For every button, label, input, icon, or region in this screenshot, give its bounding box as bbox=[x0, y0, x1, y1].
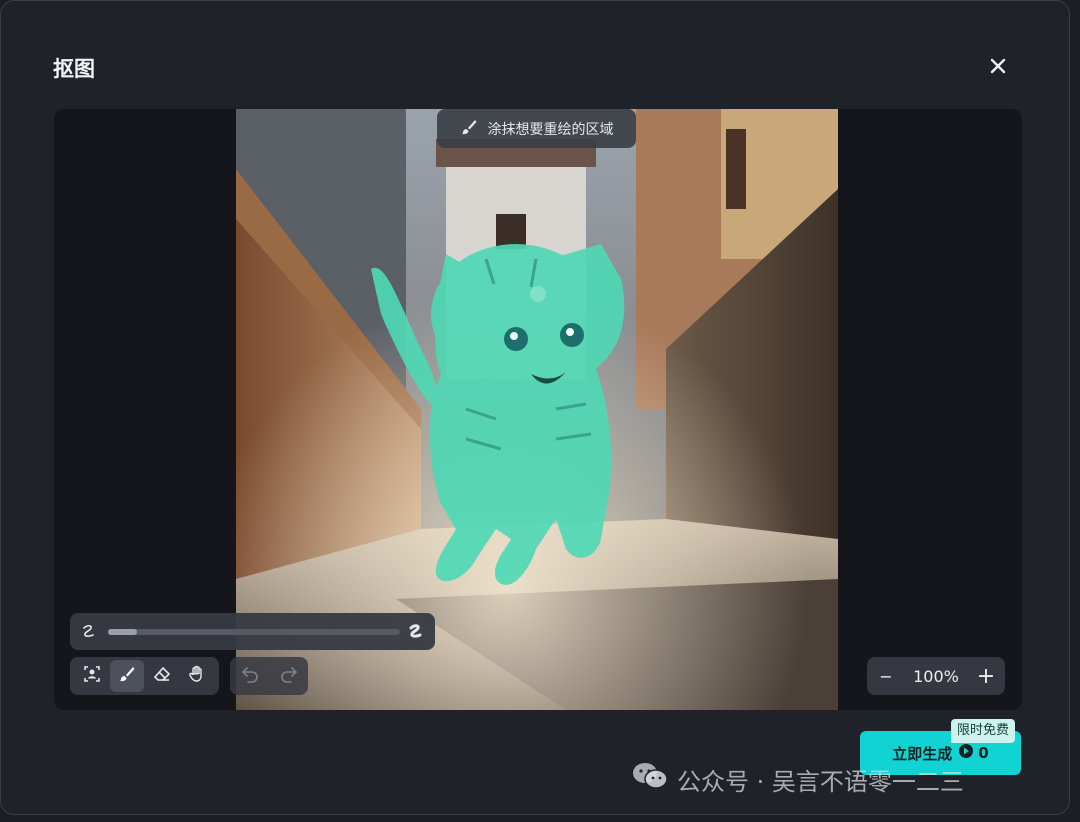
brush-large-icon bbox=[407, 622, 425, 640]
hand-tool[interactable] bbox=[180, 660, 214, 692]
eraser-tool[interactable] bbox=[145, 660, 179, 692]
brush-small-icon bbox=[80, 622, 98, 640]
free-badge: 限时免费 bbox=[951, 719, 1016, 743]
dialog-title: 抠图 bbox=[53, 57, 95, 81]
zoom-level: 100% bbox=[913, 666, 959, 686]
credit-value: 0 bbox=[978, 744, 989, 762]
close-icon[interactable] bbox=[986, 54, 1010, 78]
eraser-icon bbox=[153, 665, 171, 687]
watermark: 公众号 · 吴言不语零一二三 bbox=[631, 761, 964, 797]
cutout-dialog: 抠图 涂抹想要重绘的区域 − 100% + 立即生成 0 限时免费 公众号 · … bbox=[0, 0, 1070, 815]
hint-text: 涂抹想要重绘的区域 bbox=[487, 121, 614, 138]
brush-icon bbox=[118, 665, 136, 687]
wechat-icon bbox=[631, 761, 669, 797]
brush-size-track[interactable] bbox=[108, 629, 400, 635]
auto-select-icon bbox=[83, 665, 101, 687]
credit-count: 0 bbox=[958, 743, 989, 763]
tool-bar bbox=[70, 657, 219, 695]
credit-icon bbox=[958, 743, 974, 763]
zoom-in-button[interactable]: + bbox=[975, 664, 997, 689]
redo-icon[interactable] bbox=[279, 664, 299, 688]
watermark-text: 公众号 · 吴言不语零一二三 bbox=[677, 767, 964, 796]
zoom-control: − 100% + bbox=[867, 657, 1005, 695]
undo-icon[interactable] bbox=[240, 664, 260, 688]
brush-size-fill bbox=[108, 629, 138, 635]
history-controls bbox=[230, 657, 308, 695]
brush-tool[interactable] bbox=[109, 660, 144, 692]
brush-icon bbox=[460, 118, 478, 140]
hint-tooltip: 涂抹想要重绘的区域 bbox=[437, 109, 636, 148]
brush-size-slider[interactable] bbox=[70, 613, 435, 650]
hand-icon bbox=[188, 665, 206, 687]
auto-select-tool[interactable] bbox=[75, 660, 109, 692]
zoom-out-button[interactable]: − bbox=[875, 665, 897, 687]
